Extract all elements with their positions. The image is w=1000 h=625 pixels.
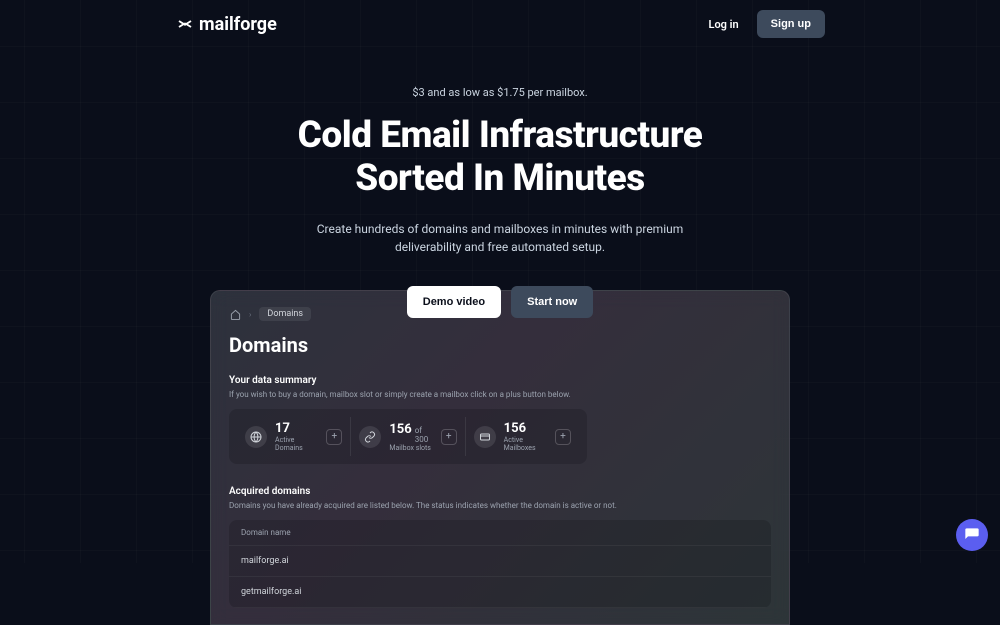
add-mailbox-slot-button[interactable]: + [441, 429, 457, 445]
stat-value: 17 [275, 421, 290, 436]
stat-of: of 300 [415, 426, 433, 444]
login-link[interactable]: Log in [709, 18, 739, 31]
stat-card-active-mailboxes: 156 Active Mailboxes + [466, 417, 579, 456]
acquired-label: Acquired domains [229, 486, 771, 497]
stat-label: Active Domains [275, 436, 318, 452]
hero-title-line2: Sorted In Minutes [355, 157, 644, 200]
start-now-button[interactable]: Start now [511, 286, 593, 318]
hero-description: Create hundreds of domains and mailboxes… [300, 220, 700, 256]
mailbox-icon [474, 426, 496, 448]
logo-text: mailforge [199, 14, 277, 35]
logo[interactable]: mailforge [175, 14, 277, 35]
add-domain-button[interactable]: + [326, 429, 342, 445]
signup-button[interactable]: Sign up [757, 10, 825, 38]
page-title: Domains [229, 333, 771, 357]
chat-widget-button[interactable] [956, 519, 988, 551]
summary-sub: If you wish to buy a domain, mailbox slo… [229, 390, 771, 399]
domains-table: Domain name mailforge.ai getmailforge.ai [229, 520, 771, 608]
demo-video-button[interactable]: Demo video [407, 286, 501, 318]
link-icon [359, 426, 381, 448]
hero-title: Cold Email Infrastructure Sorted In Minu… [0, 115, 1000, 200]
chat-icon [964, 527, 980, 543]
hero-section: $3 and as low as $1.75 per mailbox. Cold… [0, 48, 1000, 318]
table-row[interactable]: getmailforge.ai [229, 577, 771, 608]
stat-label: Mailbox slots [389, 444, 432, 452]
envelope-icon [175, 14, 195, 34]
hero-tagline: $3 and as low as $1.75 per mailbox. [0, 86, 1000, 99]
stat-value: 156 [389, 422, 411, 437]
table-header-domain: Domain name [229, 520, 771, 546]
product-screenshot: › Domains Domains Your data summary If y… [210, 290, 790, 625]
globe-icon [245, 426, 267, 448]
add-mailbox-button[interactable]: + [555, 429, 571, 445]
stat-card-mailbox-slots: 156 of 300 Mailbox slots + [351, 417, 465, 456]
stat-cards: 17 Active Domains + 156 of 300 Mailbox s… [229, 409, 587, 464]
stat-card-domains: 17 Active Domains + [237, 417, 351, 456]
nav-actions: Log in Sign up [709, 10, 826, 38]
summary-label: Your data summary [229, 375, 771, 386]
hero-actions: Demo video Start now [0, 286, 1000, 318]
stat-label: Active Mailboxes [504, 436, 547, 452]
site-header: mailforge Log in Sign up [0, 0, 1000, 48]
hero-title-line1: Cold Email Infrastructure [298, 114, 703, 157]
table-row[interactable]: mailforge.ai [229, 546, 771, 577]
stat-value: 156 [504, 421, 526, 436]
acquired-sub: Domains you have already acquired are li… [229, 501, 771, 510]
